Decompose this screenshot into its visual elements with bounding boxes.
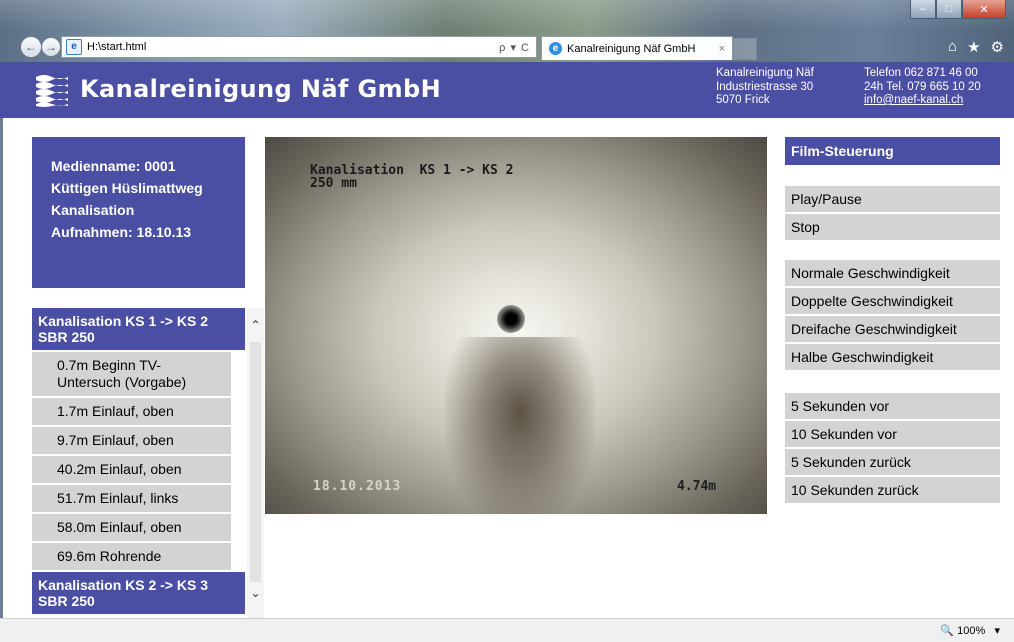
favorites-star-icon[interactable]: ★ bbox=[967, 38, 980, 56]
close-window-icon[interactable]: ✕ bbox=[962, 0, 1006, 19]
list-item[interactable]: 58.0m Einlauf, oben bbox=[32, 514, 231, 541]
stop-button[interactable]: Stop bbox=[785, 214, 1000, 240]
media-date: Aufnahmen: 18.10.13 bbox=[51, 224, 192, 240]
speed-double-button[interactable]: Doppelte Geschwindigkeit bbox=[785, 288, 1000, 314]
tab-close-icon[interactable]: × bbox=[719, 43, 732, 55]
phone-line: Telefon 062 871 46 00 bbox=[864, 67, 978, 79]
browser-chrome: – □ ✕ ← → e H:\start.html ρ ▾ C e Kanalr… bbox=[0, 0, 1014, 62]
back-5s-button[interactable]: 5 Sekunden zurück bbox=[785, 449, 1000, 475]
home-icon[interactable]: ⌂ bbox=[948, 38, 957, 56]
list-scrollbar[interactable]: ⌃ ⌄ bbox=[247, 308, 264, 618]
scroll-up-icon[interactable]: ⌃ bbox=[247, 318, 264, 332]
video-overlay-label: Kanalisation KS 1 -> KS 2 250 mm bbox=[310, 164, 514, 190]
media-name: Medienname: 0001 bbox=[51, 158, 176, 174]
video-distance: 4.74m bbox=[677, 479, 717, 494]
forward-10s-button[interactable]: 10 Sekunden vor bbox=[785, 421, 1000, 447]
status-bar: 🔍 100% ▾ bbox=[0, 618, 1014, 642]
light-reflection bbox=[514, 332, 517, 335]
overlay-line: 250 mm bbox=[310, 176, 357, 191]
browser-tools: ⌂ ★ ⚙ bbox=[948, 38, 1004, 56]
logo-icon bbox=[36, 75, 68, 107]
zoom-level[interactable]: 100% bbox=[957, 625, 985, 637]
scroll-down-icon[interactable]: ⌄ bbox=[247, 586, 264, 600]
address-line: Kanalreinigung Näf bbox=[716, 67, 814, 79]
play-pause-button[interactable]: Play/Pause bbox=[785, 186, 1000, 212]
window-edge bbox=[0, 62, 3, 618]
company-address: Kanalreinigung Näf Industriestrasse 30 5… bbox=[716, 67, 814, 108]
media-location: Küttigen Hüslimattweg bbox=[51, 180, 203, 196]
maximize-icon[interactable]: □ bbox=[936, 0, 962, 19]
list-item[interactable]: 0.7m Beginn TV-Untersuch (Vorgabe) bbox=[32, 352, 231, 396]
pipe-shadow bbox=[445, 337, 595, 514]
page-icon: e bbox=[66, 39, 82, 55]
gear-icon[interactable]: ⚙ bbox=[991, 38, 1004, 56]
list-item[interactable]: 40.2m Einlauf, oben bbox=[32, 456, 231, 483]
address-line: 5070 Frick bbox=[716, 94, 770, 106]
email-link[interactable]: info@naef-kanal.ch bbox=[864, 94, 981, 108]
pipe-opening bbox=[497, 305, 525, 333]
zoom-control[interactable]: 🔍 100% ▾ bbox=[940, 624, 1000, 637]
controls-title: Film-Steuerung bbox=[785, 137, 1000, 165]
chrome-highlight bbox=[0, 0, 1014, 30]
section-header[interactable]: Kanalisation KS 1 -> KS 2 SBR 250 bbox=[32, 308, 245, 350]
zoom-icon: 🔍 bbox=[940, 625, 955, 637]
media-type: Kanalisation bbox=[51, 202, 135, 218]
minimize-icon[interactable]: – bbox=[910, 0, 936, 19]
section-header[interactable]: Kanalisation KS 2 -> KS 3 SBR 250 bbox=[32, 572, 245, 614]
list-item[interactable]: 9.7m Einlauf, oben bbox=[32, 427, 231, 454]
scroll-thumb[interactable] bbox=[250, 342, 261, 582]
site-header: Kanalreinigung Näf GmbH Kanalreinigung N… bbox=[0, 62, 1014, 118]
address-line: Industriestrasse 30 bbox=[716, 80, 814, 93]
ie-icon: e bbox=[549, 42, 562, 55]
list-item[interactable]: 51.7m Einlauf, links bbox=[32, 485, 231, 512]
list-item[interactable]: 69.6m Rohrende bbox=[32, 543, 231, 570]
back-arrow-icon[interactable]: ← bbox=[20, 36, 42, 58]
video-player[interactable]: Kanalisation KS 1 -> KS 2 250 mm 18.10.2… bbox=[265, 137, 767, 514]
chapter-list: Kanalisation KS 1 -> KS 2 SBR 250 0.7m B… bbox=[32, 308, 245, 616]
video-date: 18.10.2013 bbox=[313, 479, 402, 494]
forward-arrow-icon[interactable]: → bbox=[41, 37, 61, 57]
speed-half-button[interactable]: Halbe Geschwindigkeit bbox=[785, 344, 1000, 370]
address-url[interactable]: H:\start.html bbox=[87, 41, 499, 53]
tab-title[interactable]: Kanalreinigung Näf GmbH bbox=[567, 43, 719, 55]
address-bar[interactable]: e H:\start.html ρ ▾ C bbox=[61, 36, 537, 58]
window-controls: – □ ✕ bbox=[910, 0, 1006, 20]
emergency-phone-line: 24h Tel. 079 665 10 20 bbox=[864, 80, 981, 93]
site-title: Kanalreinigung Näf GmbH bbox=[80, 75, 442, 103]
company-contact: Telefon 062 871 46 00 24h Tel. 079 665 1… bbox=[864, 67, 981, 108]
speed-triple-button[interactable]: Dreifache Geschwindigkeit bbox=[785, 316, 1000, 342]
new-tab-button[interactable] bbox=[733, 38, 757, 60]
speed-normal-button[interactable]: Normale Geschwindigkeit bbox=[785, 260, 1000, 286]
forward-5s-button[interactable]: 5 Sekunden vor bbox=[785, 393, 1000, 419]
list-item[interactable]: 1.7m Einlauf, oben bbox=[32, 398, 231, 425]
back-10s-button[interactable]: 10 Sekunden zurück bbox=[785, 477, 1000, 503]
media-info-box: Medienname: 0001 Küttigen Hüslimattweg K… bbox=[32, 137, 245, 288]
zoom-dropdown-icon[interactable]: ▾ bbox=[988, 625, 1000, 637]
browser-tab[interactable]: e Kanalreinigung Näf GmbH × bbox=[541, 36, 733, 60]
address-tools[interactable]: ρ ▾ C bbox=[499, 41, 536, 54]
